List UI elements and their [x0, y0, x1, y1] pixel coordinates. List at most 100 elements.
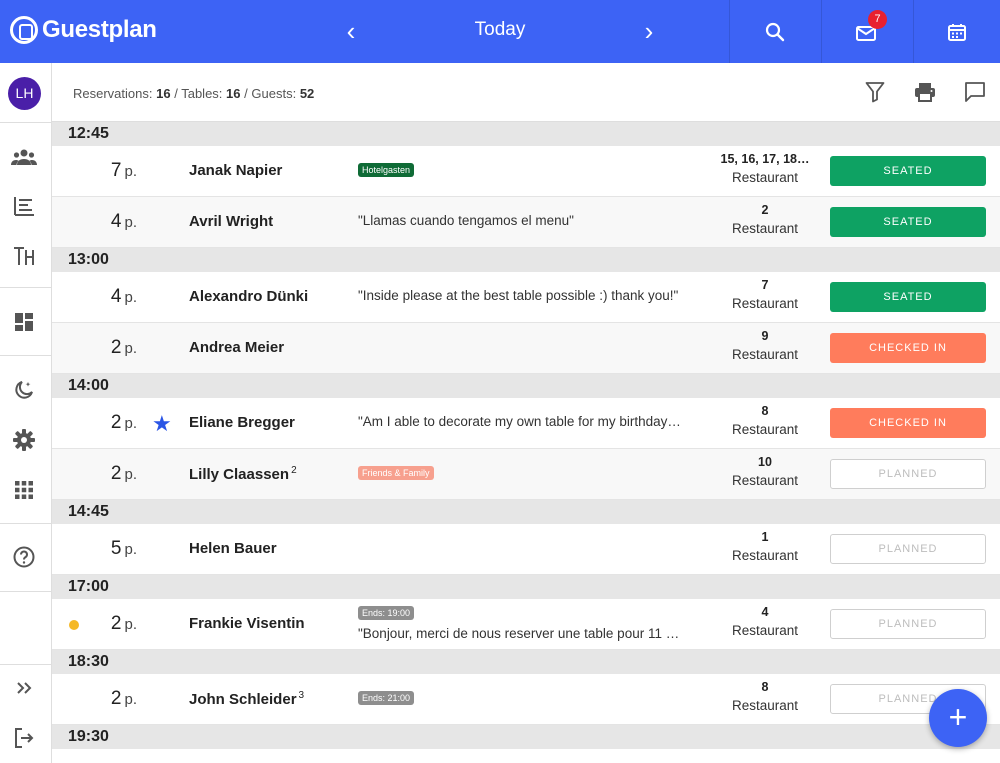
reservation-row[interactable]: 4 p. Avril Wright "Llamas cuando tengamos… [52, 197, 1000, 248]
table-area: Restaurant [731, 422, 799, 437]
reservation-row[interactable]: 5 p. Helen Bauer 1 Restaurant PLANNED [52, 524, 1000, 575]
guest-name: Frankie Visentin [189, 615, 305, 632]
party-size: 2 p. [110, 613, 137, 634]
sidebar-item-help[interactable] [11, 544, 37, 570]
status-button[interactable]: SEATED [830, 282, 986, 312]
status-button[interactable]: SEATED [830, 207, 986, 237]
reservation-row[interactable]: 2 p. ★ Eliane Bregger "Am I able to decor… [52, 398, 1000, 449]
status-button[interactable]: CHECKED IN [830, 408, 986, 438]
table-assignment[interactable]: 8 Restaurant [702, 680, 828, 713]
next-day-button[interactable]: › [637, 17, 661, 45]
table-assignment[interactable]: 8 Restaurant [702, 404, 828, 437]
guest-name: Helen Bauer [189, 540, 277, 557]
sidebar-item-night-mode[interactable] [11, 377, 37, 403]
sidebar-item-guests[interactable] [11, 144, 37, 170]
table-area: Restaurant [731, 296, 799, 311]
table-area: Restaurant [731, 347, 799, 362]
table-area: Restaurant [731, 548, 799, 563]
guest-name: Avril Wright [189, 213, 274, 230]
brand[interactable]: Guestplan [10, 16, 157, 44]
add-reservation-button[interactable]: + [929, 689, 987, 747]
party-size: 5 p. [110, 538, 137, 559]
status-button[interactable]: PLANNED [830, 459, 986, 489]
status-button[interactable]: CHECKED IN [830, 333, 986, 363]
status-button[interactable]: PLANNED [830, 609, 986, 639]
status-button[interactable]: PLANNED [830, 534, 986, 564]
party-size: 7 p. [110, 160, 137, 181]
reservation-row[interactable]: 2 p. John Schleider 3 Ends: 21:00 8 Restau… [52, 674, 1000, 725]
table-assignment[interactable]: 1 Restaurant [702, 530, 828, 563]
visit-count: 2 [291, 465, 297, 476]
guest-name: Lilly Claassen 2 [189, 465, 297, 483]
sidebar-item-table-plan[interactable] [11, 243, 37, 269]
separator: / [244, 86, 248, 101]
table-assignment[interactable]: 10 Restaurant [702, 455, 828, 488]
guests-count: 52 [299, 86, 315, 101]
reservation-note: "Inside please at the best table possibl… [358, 288, 679, 303]
reservations-count: 16 [156, 86, 171, 101]
reservation-note: "Llamas cuando tengamos el menu" [358, 213, 574, 228]
table-plan-icon [14, 247, 34, 265]
party-size: 4 p. [110, 286, 137, 307]
reservation-row[interactable]: 4 p. Alexandro Dünki "Inside please at th… [52, 272, 1000, 323]
guests-label: Guests: [251, 86, 297, 101]
avatar[interactable]: LH [8, 77, 41, 110]
time-group-header: 13:00 [52, 248, 1000, 272]
party-size: 4 p. [110, 211, 137, 232]
reservation-row[interactable]: 2 p. Lilly Claassen 2 Friends & Family 10 … [52, 449, 1000, 500]
top-bar: Guestplan ‹ Today › 7 [0, 0, 1000, 63]
table-numbers: 10 [758, 455, 772, 469]
reservation-row[interactable]: 7 p. Janak Napier Hotelgasten 15, 16, 17,… [52, 146, 1000, 197]
date-title[interactable]: Today [440, 19, 560, 41]
guest-name: Alexandro Dünki [189, 288, 309, 305]
visit-count: 3 [298, 690, 305, 701]
reservations-label: Reservations: [73, 86, 153, 101]
filter-button[interactable] [863, 80, 887, 104]
sidebar-item-list[interactable] [11, 193, 37, 219]
calendar-button[interactable] [913, 0, 1000, 63]
vip-star-icon: ★ [152, 411, 172, 436]
table-assignment[interactable]: 7 Restaurant [702, 278, 828, 311]
time-group-header: 18:30 [52, 650, 1000, 674]
table-assignment[interactable]: 15, 16, 17, 18… Restaurant [702, 152, 828, 185]
table-numbers: 8 [761, 680, 769, 694]
expand-sidebar-button[interactable] [11, 675, 37, 701]
brand-name: Guestplan [42, 16, 157, 43]
sidebar-item-settings[interactable] [11, 427, 37, 453]
tables-label: Tables: [181, 86, 223, 101]
reservation-row[interactable]: 2 p. Frankie Visentin Ends: 19:00 "Bonjou… [52, 599, 1000, 650]
comments-button[interactable] [963, 80, 987, 104]
time-group-header: 12:45 [52, 122, 1000, 146]
printer-icon [915, 83, 935, 102]
print-button[interactable] [913, 80, 937, 104]
table-area: Restaurant [731, 170, 799, 185]
reservation-note: "Am I able to decorate my own table for … [358, 414, 681, 429]
time-group-header: 19:30 [52, 725, 1000, 749]
inbox-button[interactable]: 7 [821, 0, 913, 63]
status-button[interactable]: SEATED [830, 156, 986, 186]
list-chart-icon [14, 197, 34, 216]
table-area: Restaurant [731, 473, 799, 488]
table-assignment[interactable]: 9 Restaurant [702, 329, 828, 362]
search-icon [765, 22, 785, 41]
sidebar-item-dashboard[interactable] [11, 309, 37, 335]
table-numbers: 9 [761, 329, 769, 343]
chat-bubble-icon [965, 82, 985, 102]
table-assignment[interactable]: 4 Restaurant [702, 605, 828, 638]
status-dot-icon [69, 620, 79, 630]
table-assignment[interactable]: 2 Restaurant [702, 203, 828, 236]
previous-day-button[interactable]: ‹ [339, 17, 363, 45]
table-area: Restaurant [731, 698, 799, 713]
reservation-note: "Bonjour, merci de nous reserver une tab… [358, 626, 680, 641]
guest-name: Andrea Meier [189, 339, 285, 356]
table-numbers: 8 [761, 404, 769, 418]
reservation-row[interactable]: 2 p. Andrea Meier 9 Restaurant CHECKED IN [52, 323, 1000, 374]
logout-icon [15, 728, 34, 748]
sidebar-item-apps[interactable] [11, 477, 37, 503]
search-button[interactable] [729, 0, 821, 63]
sidebar-divider [0, 355, 52, 356]
party-size: 2 p. [110, 412, 137, 433]
logout-button[interactable] [11, 725, 37, 751]
end-time-tag: Ends: 19:00 [358, 606, 415, 620]
moon-stars-icon [15, 381, 33, 399]
